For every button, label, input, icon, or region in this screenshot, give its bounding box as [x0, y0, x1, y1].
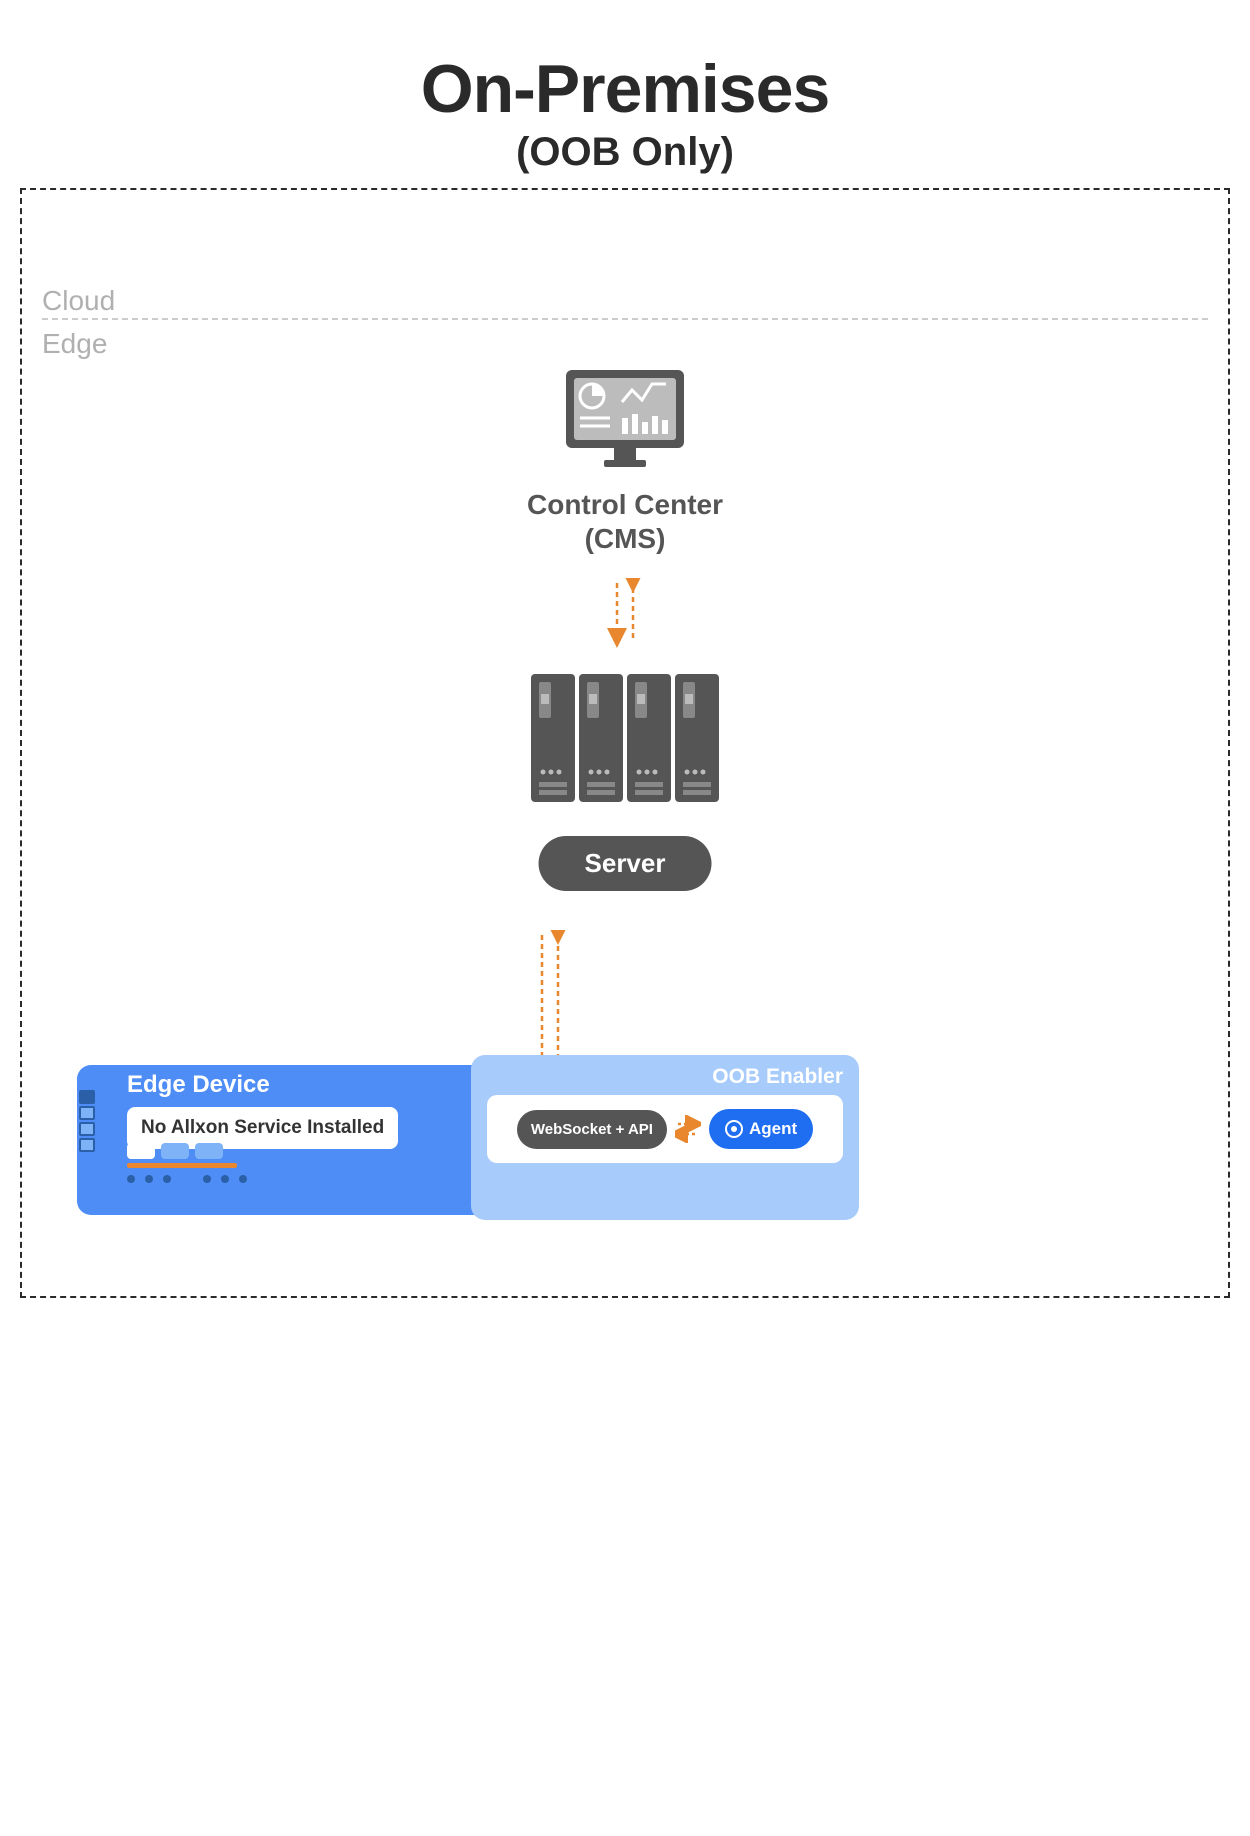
arrow-cc-server [605, 578, 645, 653]
agent-icon [725, 1120, 743, 1138]
agent-pill: Agent [709, 1109, 813, 1149]
control-center-label: Control Center (CMS) [527, 488, 723, 555]
control-center-line2: (CMS) [527, 522, 723, 556]
zone-divider [42, 318, 1208, 320]
zone-label-edge: Edge [42, 328, 107, 360]
edge-dots [127, 1175, 247, 1183]
main-title: On-Premises [0, 50, 1250, 128]
server-icons [531, 674, 719, 802]
websocket-pill: WebSocket + API [517, 1110, 667, 1149]
edge-orange-bar [127, 1163, 237, 1168]
edge-decor [127, 1143, 223, 1159]
subtitle: (OOB Only) [0, 130, 1250, 175]
monitor-icon [566, 370, 684, 473]
diagram-frame: Cloud Edge Control Center (CMS) [20, 188, 1230, 1298]
server-label: Server [539, 836, 712, 891]
oob-inner: WebSocket + API Agent [487, 1095, 843, 1163]
agent-label: Agent [749, 1119, 797, 1139]
title-block: On-Premises (OOB Only) [0, 0, 1250, 175]
control-center-line1: Control Center [527, 488, 723, 522]
oob-enabler: OOB Enabler WebSocket + API Agent [471, 1055, 859, 1220]
edge-port-left [79, 1090, 95, 1154]
arrow-ws-agent [675, 1115, 701, 1143]
oob-title: OOB Enabler [487, 1065, 843, 1089]
zone-label-cloud: Cloud [42, 285, 115, 317]
